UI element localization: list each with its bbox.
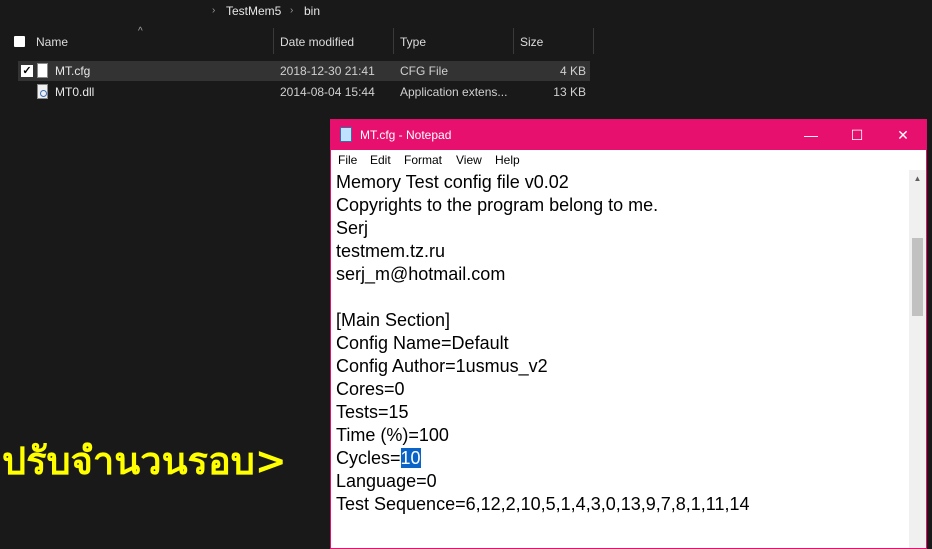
breadcrumb: › TestMem5 › bin bbox=[0, 0, 932, 22]
minimize-button[interactable]: — bbox=[788, 120, 834, 150]
text-line: Time (%)=100 bbox=[336, 425, 449, 445]
chevron-right-icon: › bbox=[212, 5, 216, 16]
menu-view[interactable]: View bbox=[456, 153, 482, 167]
maximize-button[interactable]: ☐ bbox=[834, 120, 880, 150]
cycles-value-selected[interactable]: 10 bbox=[400, 448, 421, 468]
vertical-scrollbar[interactable]: ▲ bbox=[909, 170, 926, 548]
column-name[interactable]: Name bbox=[30, 28, 274, 54]
scroll-up-icon[interactable]: ▲ bbox=[909, 174, 926, 183]
file-size: 13 KB bbox=[553, 85, 586, 99]
file-row-mt-cfg[interactable]: ✓ MT.cfg 2018-12-30 21:41 CFG File 4 KB bbox=[18, 61, 590, 81]
file-row-mt0-dll[interactable]: MT0.dll 2014-08-04 15:44 Application ext… bbox=[18, 82, 590, 102]
text-line: [Main Section] bbox=[336, 310, 451, 330]
checkbox-checked-icon[interactable]: ✓ bbox=[21, 65, 33, 77]
window-title: MT.cfg - Notepad bbox=[360, 128, 452, 142]
close-button[interactable]: ✕ bbox=[880, 120, 926, 150]
text-line: Config Author=1usmus_v2 bbox=[336, 356, 548, 376]
menu-file[interactable]: File bbox=[338, 153, 357, 167]
column-size[interactable]: Size bbox=[514, 28, 594, 54]
text-line: Test Sequence=6,12,2,10,5,1,4,3,0,13,9,7… bbox=[336, 494, 750, 514]
dll-file-icon bbox=[37, 84, 48, 99]
breadcrumb-item-testmem5[interactable]: TestMem5 bbox=[226, 4, 281, 18]
column-type[interactable]: Type bbox=[394, 28, 514, 54]
text-line: Cores=0 bbox=[336, 379, 405, 399]
menu-help[interactable]: Help bbox=[495, 153, 520, 167]
file-name: MT0.dll bbox=[55, 85, 95, 99]
file-date: 2018-12-30 21:41 bbox=[280, 64, 375, 78]
scrollbar-thumb[interactable] bbox=[912, 238, 923, 316]
text-line: testmem.tz.ru bbox=[336, 241, 446, 261]
column-header: Name Date modified Type Size bbox=[0, 28, 600, 56]
text-line: serj_m@hotmail.com bbox=[336, 264, 506, 284]
text-line: Config Name=Default bbox=[336, 333, 509, 353]
chevron-right-icon: › bbox=[290, 5, 294, 16]
file-date: 2014-08-04 15:44 bbox=[280, 85, 375, 99]
file-type: Application extens... bbox=[400, 85, 508, 99]
text-line: Tests=15 bbox=[336, 402, 409, 422]
file-name: MT.cfg bbox=[55, 64, 91, 78]
cycles-key: Cycles= bbox=[336, 448, 401, 468]
notepad-titlebar[interactable]: MT.cfg - Notepad — ☐ ✕ bbox=[331, 120, 926, 150]
file-icon bbox=[37, 63, 48, 78]
notepad-icon bbox=[340, 127, 352, 142]
file-size: 4 KB bbox=[559, 64, 586, 78]
menu-bar: File Edit Format View Help bbox=[331, 150, 926, 170]
menu-format[interactable]: Format bbox=[404, 153, 442, 167]
annotation-label: ปรับจำนวนรอบ> bbox=[2, 439, 287, 483]
menu-edit[interactable]: Edit bbox=[370, 153, 391, 167]
text-editor[interactable]: Memory Test config file v0.02 Copyrights… bbox=[331, 170, 909, 548]
text-line: Copyrights to the program belong to me. bbox=[336, 195, 659, 215]
text-line: Serj bbox=[336, 218, 369, 238]
file-type: CFG File bbox=[400, 64, 448, 78]
column-date-modified[interactable]: Date modified bbox=[274, 28, 394, 54]
text-line: Memory Test config file v0.02 bbox=[336, 172, 569, 192]
notepad-window: MT.cfg - Notepad — ☐ ✕ File Edit Format … bbox=[330, 119, 927, 549]
cycles-line: Cycles=10 bbox=[336, 447, 421, 470]
breadcrumb-item-bin[interactable]: bin bbox=[304, 4, 320, 18]
text-line: Language=0 bbox=[336, 471, 437, 491]
